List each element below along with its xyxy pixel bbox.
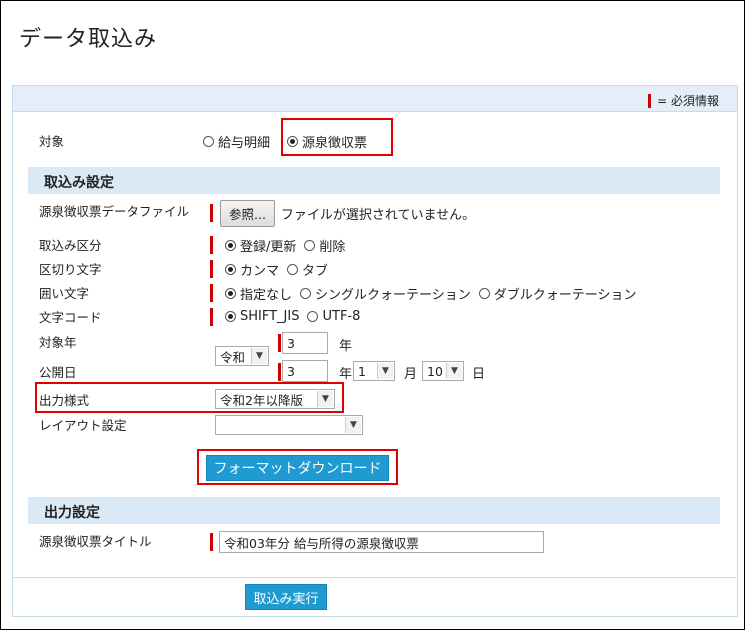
chevron-down-icon: ▼ xyxy=(446,363,462,379)
required-bar xyxy=(210,204,213,222)
encoding-sjis-label: SHIFT_JIS xyxy=(240,309,300,324)
target-radio-payslip[interactable]: 給与明細 xyxy=(203,132,270,151)
publish-month-select[interactable]: 1 ▼ xyxy=(353,361,395,381)
enclosure-single-label: シングルクォーテーション xyxy=(315,288,471,303)
required-marker-icon xyxy=(648,93,652,108)
enclosure-radio-single[interactable]: シングルクォーテーション xyxy=(300,284,471,303)
radio-selected-icon xyxy=(225,240,236,251)
format-download-button[interactable]: フォーマットダウンロード xyxy=(206,455,389,481)
output-title-label: 源泉徴収票タイトル xyxy=(39,534,152,549)
encoding-radio-group: SHIFT_JIS UTF-8 xyxy=(225,309,360,324)
delimiter-radio-tab[interactable]: タブ xyxy=(287,260,328,279)
file-label: 源泉徴収票データファイル xyxy=(39,204,190,219)
radio-selected-icon xyxy=(287,136,298,147)
radio-icon xyxy=(307,311,319,322)
required-bar xyxy=(210,260,213,278)
output-style-select[interactable]: 令和2年以降版 ▼ xyxy=(215,389,335,409)
required-bar xyxy=(210,533,213,551)
output-style-value: 令和2年以降版 xyxy=(220,392,303,408)
import-type-radio-group: 登録/更新 削除 xyxy=(225,236,345,255)
radio-icon xyxy=(203,136,214,147)
target-radio-payslip-label: 給与明細 xyxy=(218,136,271,151)
target-radio-group-2: 源泉徴収票 xyxy=(287,132,367,151)
delimiter-radio-group: カンマ タブ xyxy=(225,260,328,279)
publish-month-value: 1 xyxy=(358,363,366,379)
radio-icon xyxy=(300,288,312,299)
required-bar xyxy=(210,236,213,254)
era-select-value: 令和 xyxy=(220,349,246,365)
enclosure-radio-none[interactable]: 指定なし xyxy=(225,284,292,303)
required-bar xyxy=(210,308,213,326)
layout-label: レイアウト設定 xyxy=(39,418,127,433)
import-type-delete-label: 削除 xyxy=(319,240,346,255)
layout-select[interactable]: ▼ xyxy=(215,415,363,435)
import-type-register-label: 登録/更新 xyxy=(240,240,297,255)
radio-selected-icon xyxy=(225,288,236,299)
encoding-radio-utf8[interactable]: UTF-8 xyxy=(307,309,360,324)
window-frame: データ取込み = 必須情報 対象 給与明細 源泉徴収票 取込み設定 源泉徴収票デ… xyxy=(0,0,745,630)
enclosure-none-label: 指定なし xyxy=(240,288,293,303)
import-type-radio-delete[interactable]: 削除 xyxy=(304,236,345,255)
chevron-down-icon: ▼ xyxy=(317,391,333,407)
publish-year-unit: 年 xyxy=(339,367,353,382)
import-type-radio-register[interactable]: 登録/更新 xyxy=(225,236,296,255)
enclosure-radio-group: 指定なし シングルクォーテーション ダブルクォーテーション xyxy=(225,284,637,303)
section-import-settings: 取込み設定 xyxy=(28,167,720,194)
target-radio-withholding-label: 源泉徴収票 xyxy=(302,136,368,151)
page-title: データ取込み xyxy=(19,27,158,52)
encoding-radio-sjis[interactable]: SHIFT_JIS xyxy=(225,309,299,324)
publish-year-input[interactable]: 3 xyxy=(282,360,328,382)
target-year-label: 対象年 xyxy=(39,335,77,350)
required-legend: = 必須情報 xyxy=(648,92,719,109)
target-year-unit: 年 xyxy=(339,339,353,354)
file-status-text: ファイルが選択されていません。 xyxy=(280,208,476,223)
encoding-label: 文字コード xyxy=(39,310,102,325)
radio-icon xyxy=(304,240,316,251)
target-radio-withholding[interactable]: 源泉徴収票 xyxy=(287,132,367,151)
output-title-input[interactable]: 令和03年分 給与所得の源泉徴収票 xyxy=(219,531,544,553)
publish-day-select[interactable]: 10 ▼ xyxy=(422,361,464,381)
section-output-settings: 出力設定 xyxy=(28,497,720,524)
target-label: 対象 xyxy=(39,134,65,149)
required-bar xyxy=(278,334,281,352)
enclosure-radio-double[interactable]: ダブルクォーテーション xyxy=(478,284,637,303)
radio-selected-icon xyxy=(225,311,236,322)
enclosure-label: 囲い文字 xyxy=(39,286,90,301)
radio-selected-icon xyxy=(225,264,236,275)
browse-button[interactable]: 参照... xyxy=(220,200,275,227)
section-import-settings-title: 取込み設定 xyxy=(44,175,114,191)
footer-divider xyxy=(12,577,736,578)
required-bar xyxy=(278,363,281,381)
publish-day-unit: 日 xyxy=(472,367,486,382)
required-legend-text: = 必須情報 xyxy=(657,94,719,108)
execute-import-button[interactable]: 取込み実行 xyxy=(245,584,327,610)
delimiter-label: 区切り文字 xyxy=(39,262,102,277)
required-bar xyxy=(210,284,213,302)
chevron-down-icon: ▼ xyxy=(345,417,361,433)
enclosure-double-label: ダブルクォーテーション xyxy=(493,288,637,303)
encoding-utf8-label: UTF-8 xyxy=(322,309,361,324)
panel-header: = 必須情報 xyxy=(13,86,737,112)
radio-icon xyxy=(287,264,299,275)
delimiter-radio-comma[interactable]: カンマ xyxy=(225,260,279,279)
section-output-settings-title: 出力設定 xyxy=(44,505,100,521)
file-picker: 参照... ファイルが選択されていません。 xyxy=(220,200,475,227)
delimiter-comma-label: カンマ xyxy=(240,264,280,279)
radio-icon xyxy=(478,288,490,299)
publish-day-value: 10 xyxy=(427,363,443,379)
publish-date-label: 公開日 xyxy=(39,365,77,380)
chevron-down-icon: ▼ xyxy=(251,348,267,364)
import-type-label: 取込み区分 xyxy=(39,238,102,253)
target-radio-group: 給与明細 xyxy=(203,132,270,151)
target-year-input[interactable]: 3 xyxy=(282,332,328,354)
chevron-down-icon: ▼ xyxy=(377,363,393,379)
publish-month-unit: 月 xyxy=(404,367,418,382)
era-select[interactable]: 令和 ▼ xyxy=(215,346,269,366)
delimiter-tab-label: タブ xyxy=(302,264,329,279)
output-style-label: 出力様式 xyxy=(39,393,90,408)
